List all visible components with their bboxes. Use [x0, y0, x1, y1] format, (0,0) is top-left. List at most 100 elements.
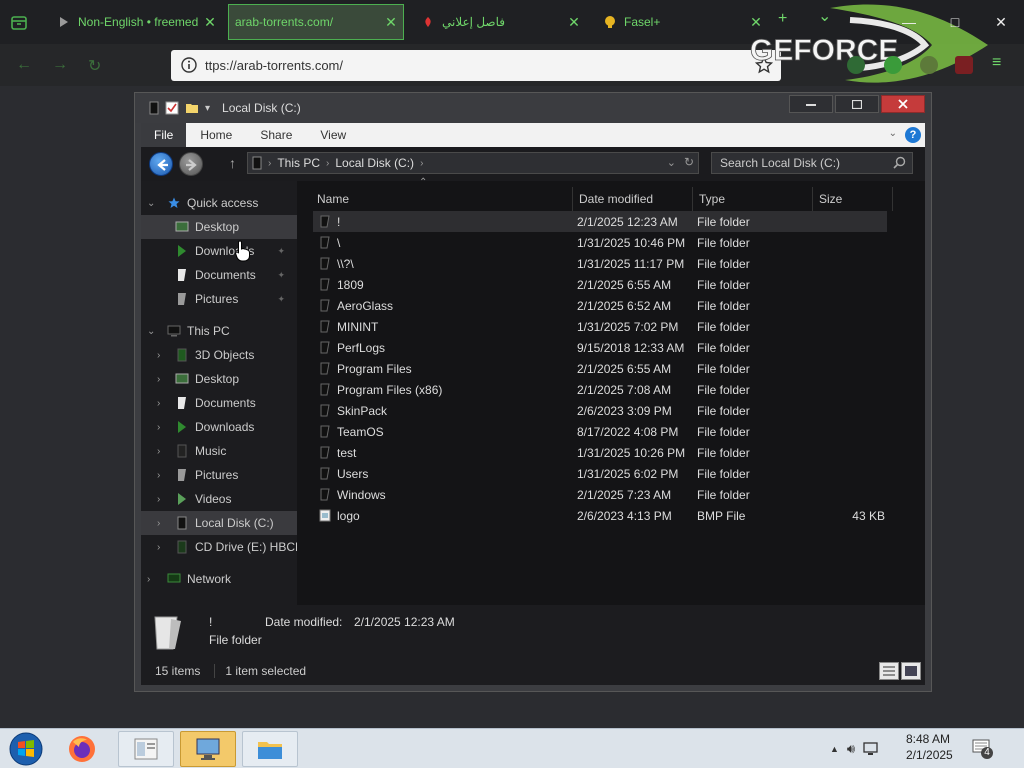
expand-chevron-icon[interactable]: ›	[157, 422, 160, 433]
ribbon-tab-home[interactable]: Home	[186, 123, 246, 147]
nav-this-pc[interactable]: ⌄ This PC	[141, 319, 297, 343]
file-row[interactable]: TeamOS 8/17/2022 4:08 PM File folder	[313, 421, 887, 442]
system-clock[interactable]: 8:48 AM 2/1/2025	[906, 731, 956, 763]
expand-chevron-icon[interactable]: ›	[157, 374, 160, 385]
tab-close-button[interactable]: ✕	[562, 14, 586, 31]
reload-icon[interactable]: ↻	[88, 56, 101, 76]
volume-icon[interactable]: 🔊︎	[847, 741, 855, 757]
nav-pc-pictures[interactable]: › Pictures	[141, 463, 297, 487]
show-hidden-icons-chevron-icon[interactable]: ▲	[830, 744, 839, 754]
browser-close-button[interactable]: ✕	[986, 8, 1016, 36]
column-header-type[interactable]: Type	[693, 187, 813, 211]
site-info-icon[interactable]	[181, 57, 197, 73]
column-header-date[interactable]: Date modified	[573, 187, 693, 211]
file-row[interactable]: Program Files (x86) 2/1/2025 7:08 AM File …	[313, 379, 887, 400]
nav-pc-cd-drive[interactable]: › CD Drive (E:) HBCD_	[141, 535, 297, 559]
customize-toolbar-chevron-icon[interactable]: ▾	[205, 103, 210, 114]
extension-green-icon[interactable]	[847, 56, 865, 74]
nav-quick-downloads[interactable]: Downloads ✦	[141, 239, 297, 263]
file-row[interactable]: Program Files 2/1/2025 6:55 AM File folder	[313, 358, 887, 379]
back-button[interactable]	[149, 152, 173, 176]
new-folder-icon[interactable]	[185, 101, 199, 115]
collapse-chevron-icon[interactable]: ⌄	[147, 198, 155, 209]
file-row[interactable]: AeroGlass 2/1/2025 6:52 AM File folder	[313, 295, 887, 316]
search-icon[interactable]	[893, 156, 906, 169]
expand-chevron-icon[interactable]: ›	[157, 494, 160, 505]
tab-arab-torrents[interactable]: arab-torrents.com/ ✕	[228, 4, 404, 40]
nav-network[interactable]: › Network	[141, 567, 297, 591]
expand-ribbon-chevron-icon[interactable]: ⌄	[889, 128, 897, 139]
browser-maximize-button[interactable]: □	[940, 8, 970, 36]
action-center-button[interactable]: 4	[972, 739, 994, 759]
file-row[interactable]: 1809 2/1/2025 6:55 AM File folder	[313, 274, 887, 295]
file-row[interactable]: logo 2/6/2023 4:13 PM BMP File 43 KB	[313, 505, 887, 526]
file-row[interactable]: PerfLogs 9/15/2018 12:33 AM File folder	[313, 337, 887, 358]
file-row[interactable]: test 1/31/2025 10:26 PM File folder	[313, 442, 887, 463]
expand-chevron-icon[interactable]: ›	[157, 446, 160, 457]
tab-fasel[interactable]: Fasel+ ✕	[592, 4, 768, 40]
nav-quick-access[interactable]: ⌄ Quick access	[141, 191, 297, 215]
ribbon-tab-share[interactable]: Share	[246, 123, 306, 147]
nav-pc-3d-objects[interactable]: › 3D Objects	[141, 343, 297, 367]
nav-pc-music[interactable]: › Music	[141, 439, 297, 463]
column-header-size[interactable]: Size	[813, 187, 893, 211]
nav-pc-downloads[interactable]: › Downloads	[141, 415, 297, 439]
forward-arrow-icon[interactable]: →	[52, 56, 68, 74]
expand-chevron-icon[interactable]: ›	[157, 470, 160, 481]
ribbon-tab-file[interactable]: File	[141, 123, 187, 147]
nav-quick-documents[interactable]: Documents ✦	[141, 263, 297, 287]
tab-close-button[interactable]: ✕	[379, 14, 403, 31]
file-row[interactable]: ! 2/1/2025 12:23 AM File folder	[313, 211, 887, 232]
expand-chevron-icon[interactable]: ›	[157, 518, 160, 529]
expand-chevron-icon[interactable]: ›	[157, 350, 160, 361]
taskbar-file-explorer[interactable]	[242, 731, 298, 767]
nav-pc-desktop[interactable]: › Desktop	[141, 367, 297, 391]
search-input[interactable]: Search Local Disk (C:)	[711, 152, 913, 174]
browser-menu-icon[interactable]: ≡	[992, 54, 1001, 72]
collapse-chevron-icon[interactable]: ⌄	[147, 326, 155, 337]
file-row[interactable]: \\?\ 1/31/2025 11:17 PM File folder	[313, 253, 887, 274]
explorer-maximize-button[interactable]	[835, 95, 879, 113]
tab-manager-icon[interactable]	[6, 10, 32, 36]
extension-globe-icon[interactable]	[884, 56, 902, 74]
address-bar[interactable]: ttps://arab-torrents.com/	[171, 50, 781, 81]
nav-pc-documents[interactable]: › Documents	[141, 391, 297, 415]
details-view-icon[interactable]	[879, 662, 899, 680]
address-history-chevron-icon[interactable]: ⌄	[667, 156, 676, 169]
breadcrumb-this-pc[interactable]: This PC	[277, 156, 320, 170]
nav-quick-desktop[interactable]: Desktop	[141, 215, 297, 239]
file-row[interactable]: Users 1/31/2025 6:02 PM File folder	[313, 463, 887, 484]
forward-button[interactable]	[179, 152, 203, 176]
file-row[interactable]: \ 1/31/2025 10:46 PM File folder	[313, 232, 887, 253]
file-row[interactable]: SkinPack 2/6/2023 3:09 PM File folder	[313, 400, 887, 421]
tab-ad-break[interactable]: فاصل إعلاني ✕	[410, 4, 586, 40]
start-button[interactable]	[6, 731, 46, 767]
ribbon-tab-view[interactable]: View	[306, 123, 360, 147]
help-icon[interactable]: ?	[905, 127, 921, 143]
nav-quick-pictures[interactable]: Pictures ✦	[141, 287, 297, 311]
tab-freemed[interactable]: Non-English • freemed ✕	[46, 4, 222, 40]
breadcrumb-local-disk[interactable]: Local Disk (C:)	[335, 156, 414, 170]
ublock-icon[interactable]	[955, 56, 973, 74]
up-arrow-icon[interactable]: ↑	[229, 155, 236, 171]
browser-minimize-button[interactable]: —	[894, 8, 924, 36]
taskbar-firefox[interactable]	[56, 731, 108, 767]
large-icons-view-icon[interactable]	[901, 662, 921, 680]
column-header-name[interactable]: Name	[313, 187, 573, 211]
tab-close-button[interactable]: ✕	[198, 14, 222, 31]
breadcrumb[interactable]: › This PC › Local Disk (C:) › ⌄ ↻	[247, 152, 699, 174]
expand-chevron-icon[interactable]: ›	[147, 574, 150, 585]
taskbar-remote-desktop[interactable]	[180, 731, 236, 767]
extension-puzzle-icon[interactable]	[920, 56, 938, 74]
file-row[interactable]: MININT 1/31/2025 7:02 PM File folder	[313, 316, 887, 337]
network-tray-icon[interactable]	[863, 741, 881, 757]
expand-chevron-icon[interactable]: ›	[157, 398, 160, 409]
expand-chevron-icon[interactable]: ›	[157, 542, 160, 553]
nav-pc-local-disk[interactable]: › Local Disk (C:)	[141, 511, 297, 535]
properties-icon[interactable]	[165, 101, 179, 115]
refresh-icon[interactable]: ↻	[684, 155, 694, 169]
nav-pc-videos[interactable]: › Videos	[141, 487, 297, 511]
taskbar-explorer-window[interactable]	[118, 731, 174, 767]
back-arrow-icon[interactable]: ←	[16, 56, 32, 74]
explorer-close-button[interactable]	[881, 95, 925, 113]
